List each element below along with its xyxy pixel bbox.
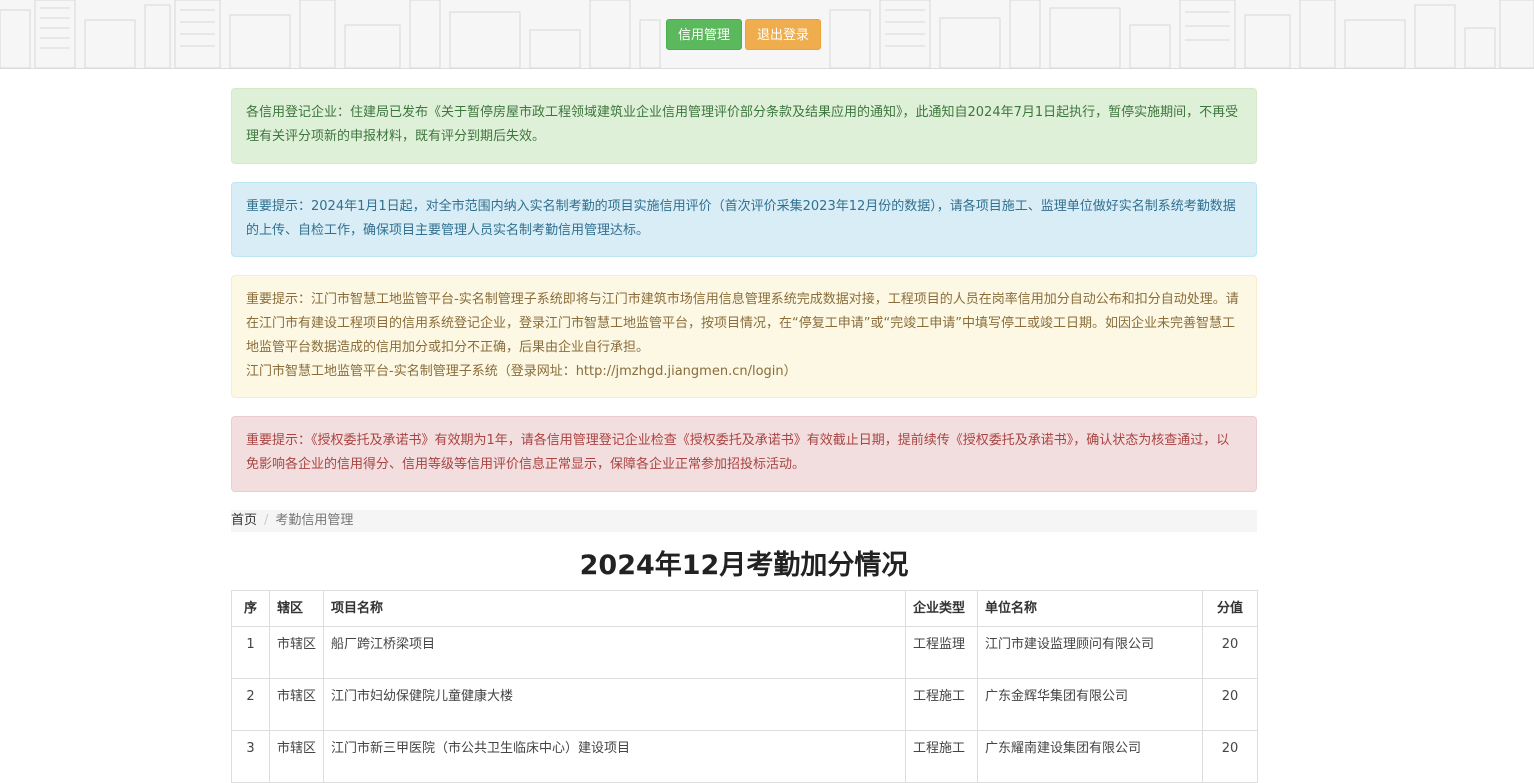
notice-suspension-text: 各信用登记企业：住建局已发布《关于暂停房屋市政工程领域建筑业企业信用管理评价部分… <box>246 105 1239 144</box>
notice-suspension: 各信用登记企业：住建局已发布《关于暂停房屋市政工程领域建筑业企业信用管理评价部分… <box>231 88 1257 164</box>
cell-score: 20 <box>1202 730 1258 783</box>
header-nav: 信用管理 退出登录 <box>666 19 821 50</box>
table-header-row: 序 辖区 项目名称 企业类型 单位名称 分值 <box>231 590 1258 627</box>
table-row: 1 市辖区 船厂跨江桥梁项目 工程监理 江门市建设监理顾问有限公司 20 <box>231 626 1258 679</box>
notice-authorization: 重要提示：《授权委托及承诺书》有效期为1年，请各信用管理登记企业检查《授权委托及… <box>231 416 1257 492</box>
cell-company-type: 工程施工 <box>905 678 978 731</box>
cell-score: 20 <box>1202 626 1258 679</box>
column-header-company-type: 企业类型 <box>905 590 978 627</box>
cell-score: 20 <box>1202 678 1258 731</box>
cell-index: 3 <box>231 730 270 783</box>
credit-management-button[interactable]: 信用管理 <box>666 19 742 50</box>
cell-company-name: 广东金辉华集团有限公司 <box>977 678 1203 731</box>
cell-project: 江门市妇幼保健院儿童健康大楼 <box>323 678 906 731</box>
notice-smart-site-url: 江门市智慧工地监管平台-实名制管理子系统（登录网址：http://jmzhgd.… <box>246 364 797 379</box>
breadcrumb-home[interactable]: 首页 <box>231 513 257 528</box>
notice-authorization-text: 重要提示：《授权委托及承诺书》有效期为1年，请各信用管理登记企业检查《授权委托及… <box>246 433 1230 472</box>
attendance-score-table: 序 辖区 项目名称 企业类型 单位名称 分值 1 市辖区 船厂跨江桥梁项目 工程… <box>231 590 1258 783</box>
cell-district: 市辖区 <box>269 678 324 731</box>
notice-attendance-evaluation: 重要提示：2024年1月1日起，对全市范围内纳入实名制考勤的项目实施信用评价（首… <box>231 182 1257 257</box>
cell-company-type: 工程施工 <box>905 730 978 783</box>
cell-project: 江门市新三甲医院（市公共卫生临床中心）建设项目 <box>323 730 906 783</box>
cell-company-type: 工程监理 <box>905 626 978 679</box>
table-row: 2 市辖区 江门市妇幼保健院儿童健康大楼 工程施工 广东金辉华集团有限公司 20 <box>231 678 1258 731</box>
column-header-project: 项目名称 <box>323 590 906 627</box>
cell-index: 2 <box>231 678 270 731</box>
breadcrumb-separator: / <box>264 513 269 528</box>
page-title: 2024年12月考勤加分情况 <box>579 550 909 581</box>
column-header-index: 序 <box>231 590 270 627</box>
cell-company-name: 广东耀南建设集团有限公司 <box>977 730 1203 783</box>
table-row: 3 市辖区 江门市新三甲医院（市公共卫生临床中心）建设项目 工程施工 广东耀南建… <box>231 730 1258 783</box>
cell-index: 1 <box>231 626 270 679</box>
cell-project: 船厂跨江桥梁项目 <box>323 626 906 679</box>
notice-attendance-text: 重要提示：2024年1月1日起，对全市范围内纳入实名制考勤的项目实施信用评价（首… <box>246 199 1236 238</box>
breadcrumb-current: 考勤信用管理 <box>275 513 354 528</box>
column-header-score: 分值 <box>1202 590 1258 627</box>
cell-company-name: 江门市建设监理顾问有限公司 <box>977 626 1203 679</box>
header-banner: 信用管理 退出登录 <box>0 0 1534 69</box>
breadcrumb: 首页 / 考勤信用管理 <box>231 510 1257 532</box>
notice-smart-site-text: 重要提示：江门市智慧工地监管平台-实名制管理子系统即将与江门市建筑市场信用信息管… <box>246 292 1239 355</box>
cell-district: 市辖区 <box>269 626 324 679</box>
notice-smart-site: 重要提示：江门市智慧工地监管平台-实名制管理子系统即将与江门市建筑市场信用信息管… <box>231 275 1257 398</box>
column-header-district: 辖区 <box>269 590 324 627</box>
logout-button[interactable]: 退出登录 <box>745 19 821 50</box>
cell-district: 市辖区 <box>269 730 324 783</box>
column-header-company-name: 单位名称 <box>977 590 1203 627</box>
